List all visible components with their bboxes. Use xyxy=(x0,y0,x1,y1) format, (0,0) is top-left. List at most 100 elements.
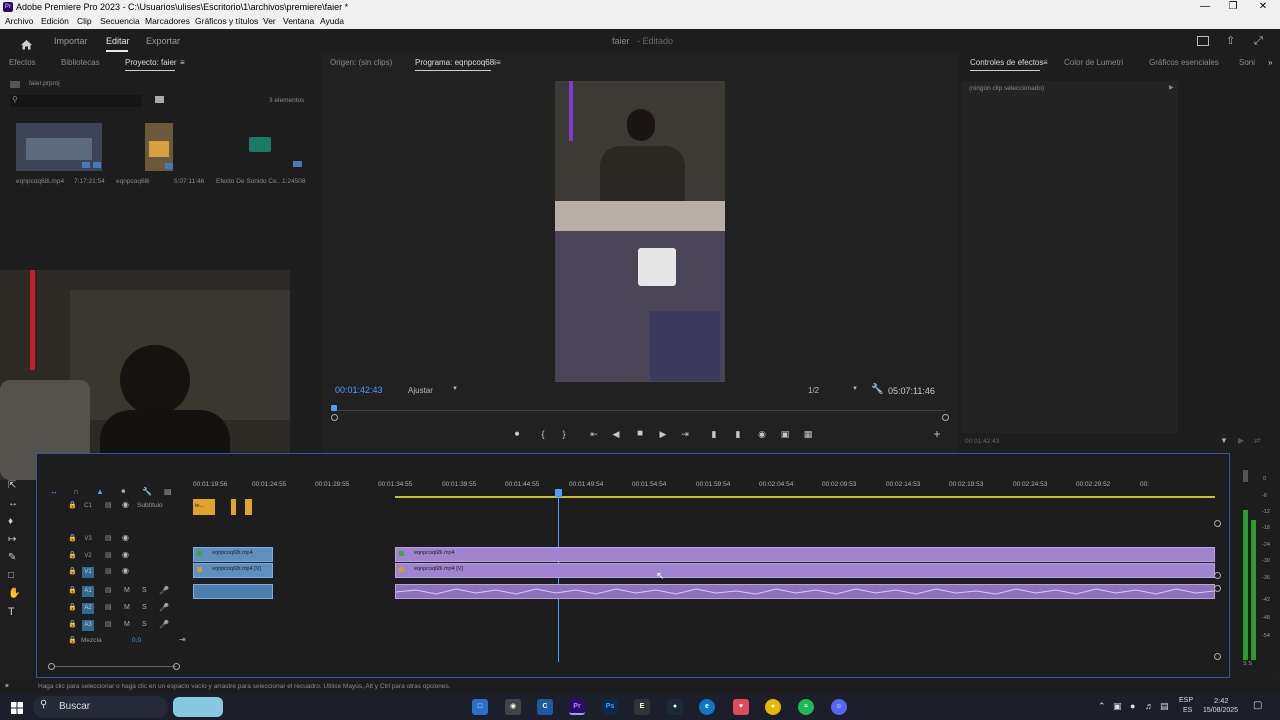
tab-graficos-esenciales[interactable]: Gráficos esenciales xyxy=(1149,56,1219,70)
sync-lock-icon[interactable]: ▤ xyxy=(105,551,112,559)
notification-icon[interactable]: ▢ xyxy=(1253,700,1262,711)
track-select-tool-icon[interactable]: ↔ xyxy=(8,498,18,509)
eye-icon[interactable]: ◉ xyxy=(122,500,129,509)
sync-lock-icon[interactable]: ▤ xyxy=(105,567,112,575)
lock-icon[interactable]: 🔒 xyxy=(68,501,77,509)
mute-button[interactable]: M xyxy=(124,587,130,594)
sync-lock-icon[interactable]: ▤ xyxy=(105,586,112,594)
playhead-timecode[interactable]: 00:01:42:43 xyxy=(335,385,383,395)
tab-importar[interactable]: Importar xyxy=(54,29,88,53)
photoshop-icon[interactable]: Ps xyxy=(602,699,618,715)
selection-tool-icon[interactable]: ⇱ xyxy=(8,480,16,491)
caption-icon[interactable]: ▤ xyxy=(105,501,112,509)
timeline-settings-icon[interactable]: 🔧 xyxy=(142,487,152,496)
tab-controles-efectos[interactable]: Controles de efectos xyxy=(970,56,1043,70)
tray-microphone-icon[interactable]: ● xyxy=(1130,701,1135,711)
clock-date[interactable]: 15/08/2025 xyxy=(1203,707,1238,714)
tray-speaker-icon[interactable]: ♬ xyxy=(1145,701,1154,711)
microphone-icon[interactable]: 🎤 xyxy=(159,586,169,595)
razor-tool-icon[interactable]: ♦ xyxy=(8,516,13,527)
panel-menu-icon[interactable]: ≡ xyxy=(180,56,185,70)
video-clip-v1[interactable]: eqnpcoq68i.mp4 [V] xyxy=(395,563,1215,578)
lock-icon[interactable]: 🔒 xyxy=(68,636,77,644)
tray-chevron-icon[interactable]: ⌃ xyxy=(1098,701,1106,712)
sync-lock-icon[interactable]: ▤ xyxy=(105,603,112,611)
resolution-select[interactable]: 1/2 ▼ xyxy=(808,386,860,397)
menu-edicion[interactable]: Edición xyxy=(41,14,69,29)
vertical-scroll-handle[interactable] xyxy=(1214,585,1221,592)
close-icon[interactable]: ✕ xyxy=(1248,0,1278,14)
menu-secuencia[interactable]: Secuencia xyxy=(100,14,140,29)
minimize-icon[interactable]: — xyxy=(1190,0,1220,14)
sync-lock-icon[interactable]: ▤ xyxy=(105,620,112,628)
scrubber-playhead[interactable] xyxy=(331,405,337,411)
rectangle-tool-icon[interactable]: □ xyxy=(8,570,14,581)
spotify-icon[interactable]: ≈ xyxy=(798,699,814,715)
mute-button[interactable]: M xyxy=(124,604,130,611)
video-clip-v2[interactable]: eqnpcoq68i.mp4 xyxy=(193,547,273,562)
taskbar-search-box[interactable] xyxy=(33,696,168,718)
mix-volume[interactable]: 0,0 xyxy=(132,637,141,644)
sync-lock-icon[interactable]: ▤ xyxy=(105,534,112,542)
capcut-icon[interactable]: C xyxy=(537,699,553,715)
epic-games-icon[interactable]: E xyxy=(634,699,650,715)
home-icon[interactable] xyxy=(20,35,33,50)
thumbnail-sequence[interactable] xyxy=(145,123,173,171)
snap-icon[interactable]: ↔ xyxy=(50,487,58,496)
step-back-icon[interactable]: ◀ xyxy=(610,428,622,440)
horizontal-scrollbar[interactable] xyxy=(55,666,176,667)
lock-icon[interactable]: 🔒 xyxy=(68,567,77,575)
horizontal-scroll-end[interactable] xyxy=(173,663,180,670)
ripple-tool-icon[interactable]: ↦ xyxy=(8,534,16,545)
lock-icon[interactable]: 🔒 xyxy=(68,551,77,559)
eye-icon[interactable]: ◉ xyxy=(122,550,129,559)
tab-exportar[interactable]: Exportar xyxy=(146,29,180,53)
menu-archivo[interactable]: Archivo xyxy=(5,14,33,29)
audio-clip-a1[interactable] xyxy=(395,584,1215,599)
fullscreen-icon[interactable]: ⤢ xyxy=(1254,29,1263,53)
clock-time[interactable]: 2:42 xyxy=(1214,696,1229,705)
menu-marcadores[interactable]: Marcadores xyxy=(145,14,190,29)
subtitle-clip[interactable] xyxy=(231,499,236,515)
filter-icon[interactable]: ▼ xyxy=(1220,436,1228,445)
microphone-icon[interactable]: 🎤 xyxy=(159,603,169,612)
timeline-playhead-handle[interactable] xyxy=(555,489,562,497)
menu-clip[interactable]: Clip xyxy=(77,14,92,29)
menu-ver[interactable]: Ver xyxy=(263,14,276,29)
app-icon[interactable]: ♥ xyxy=(733,699,749,715)
effects-menu-icon[interactable]: ≡ xyxy=(1043,56,1048,70)
tab-efectos[interactable]: Efectos xyxy=(9,56,36,70)
track-a3-label[interactable]: A3 xyxy=(82,620,94,631)
tray-controller-icon[interactable]: ▣ xyxy=(1113,701,1122,712)
discord-icon[interactable]: ☺ xyxy=(831,699,847,715)
menu-graficos[interactable]: Gráficos y títulos xyxy=(195,14,258,29)
add-marker-timeline-icon[interactable]: ⚫ xyxy=(120,487,127,496)
tab-lumetri[interactable]: Color de Lumetri xyxy=(1064,56,1123,70)
audio-waveform-icon[interactable] xyxy=(249,137,271,152)
track-a2-label[interactable]: A2 xyxy=(82,603,94,614)
type-tool-icon[interactable]: T xyxy=(8,606,15,618)
fit-select[interactable]: Ajustar ▼ xyxy=(408,386,460,397)
go-to-in-icon[interactable]: ⇤ xyxy=(588,428,600,440)
track-v3-label[interactable]: V3 xyxy=(82,534,94,545)
thumbnail-clip-1[interactable] xyxy=(16,123,102,171)
meter-solo-labels[interactable]: S S xyxy=(1243,661,1252,667)
tab-sonido[interactable]: Soni xyxy=(1239,56,1255,70)
chrome-icon[interactable]: ● xyxy=(765,699,781,715)
step-forward-icon[interactable]: ▶ xyxy=(657,428,669,440)
solo-button[interactable]: S xyxy=(142,604,147,611)
captions-icon[interactable]: ▤ xyxy=(164,487,172,496)
video-clip-v1[interactable]: eqnpcoq68i.mp4 [V] xyxy=(193,563,273,578)
search-highlight-image[interactable] xyxy=(173,697,223,717)
horizontal-scroll-start[interactable] xyxy=(48,663,55,670)
windows-start-icon[interactable] xyxy=(11,701,23,714)
subtitle-clip[interactable]: te... xyxy=(193,499,215,515)
panel-layout-icon[interactable] xyxy=(1197,36,1209,46)
file-explorer-icon[interactable]: □ xyxy=(472,699,488,715)
lock-icon[interactable]: 🔒 xyxy=(68,586,77,594)
track-c1-label[interactable]: C1 xyxy=(82,501,94,512)
comparison-view-icon[interactable]: ▣ xyxy=(779,428,791,440)
lock-icon[interactable]: 🔒 xyxy=(68,620,77,628)
premiere-taskbar-icon[interactable]: Pr xyxy=(569,699,585,715)
more-panels-icon[interactable]: » xyxy=(1268,56,1272,70)
